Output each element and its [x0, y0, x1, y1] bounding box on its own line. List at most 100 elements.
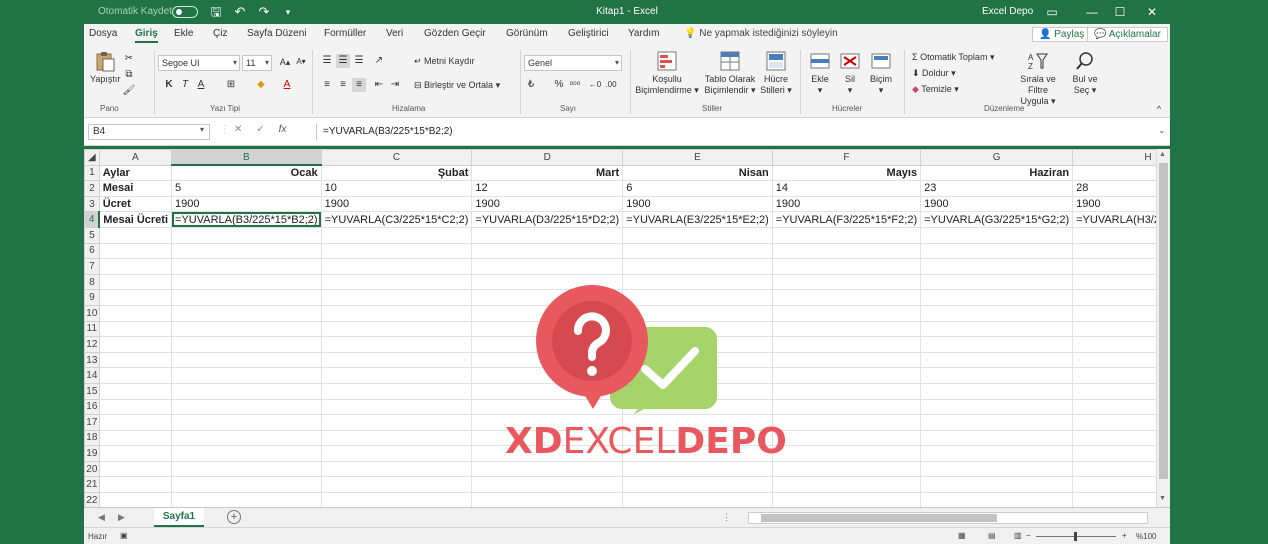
cell[interactable]: 1900 — [771, 195, 922, 213]
comments-button[interactable]: 💬 Açıklamalar — [1087, 27, 1168, 42]
cell[interactable] — [920, 336, 1074, 353]
cell[interactable] — [622, 414, 773, 431]
cell[interactable]: 1900 — [1072, 195, 1156, 213]
cell[interactable] — [771, 258, 922, 275]
column-header[interactable]: C — [320, 149, 473, 166]
collapse-ribbon-icon[interactable]: ^ — [1152, 102, 1166, 116]
cell[interactable]: Mesai Ücreti — [98, 211, 173, 228]
zoom-slider[interactable] — [1036, 532, 1116, 541]
normal-view-icon[interactable]: ▦ — [958, 531, 966, 540]
cell[interactable] — [320, 460, 473, 478]
paste-button[interactable]: Yapıştır — [90, 50, 120, 85]
row-header[interactable]: 3 — [84, 195, 100, 213]
cell[interactable] — [320, 445, 473, 462]
column-header[interactable]: A — [98, 149, 173, 166]
scroll-down-icon[interactable]: ▼ — [1159, 495, 1166, 502]
fill-color-icon[interactable]: ◆ — [254, 78, 268, 92]
zoom-in-icon[interactable]: + — [1122, 531, 1127, 540]
delete-cells-button[interactable]: Sil ▾ — [836, 50, 864, 96]
cell[interactable] — [471, 336, 624, 353]
cell[interactable] — [622, 320, 773, 338]
cell[interactable] — [320, 414, 473, 431]
increase-indent-icon[interactable]: ⇥ — [388, 78, 402, 92]
cell[interactable] — [622, 492, 773, 507]
align-center-icon[interactable]: ≡ — [336, 78, 350, 92]
cell[interactable]: 1900 — [171, 195, 322, 213]
cell[interactable] — [320, 242, 473, 260]
column-header[interactable]: B — [171, 149, 322, 167]
cancel-icon[interactable]: ✕ — [234, 124, 242, 135]
cell[interactable] — [622, 351, 773, 369]
cell[interactable] — [622, 476, 773, 494]
cell[interactable] — [920, 273, 1074, 291]
cell[interactable]: 5 — [171, 180, 322, 197]
cell[interactable] — [320, 226, 473, 244]
cell[interactable]: Mayıs — [771, 164, 922, 182]
horizontal-scroll-thumb[interactable] — [761, 514, 997, 522]
cell[interactable] — [1072, 242, 1156, 260]
cell[interactable] — [471, 414, 624, 431]
tell-me-search[interactable]: 💡 Ne yapmak istediğinizi söyleyin — [684, 28, 838, 39]
cell[interactable] — [1072, 273, 1156, 291]
font-size-select[interactable]: 11 — [242, 55, 272, 71]
sort-filter-button[interactable]: AZ Sırala ve Filtre Uygula ▾ — [1010, 50, 1066, 107]
cell[interactable] — [171, 476, 322, 494]
cell[interactable]: 12 — [471, 180, 624, 197]
zoom-out-icon[interactable]: − — [1026, 531, 1031, 540]
cell[interactable] — [622, 273, 773, 291]
cell[interactable] — [1072, 429, 1156, 447]
cell[interactable] — [622, 226, 773, 244]
cell[interactable] — [920, 242, 1074, 260]
formula-input[interactable]: =YUVARLA(B3/225*15*B2;2) — [316, 124, 1164, 140]
cell[interactable] — [98, 445, 173, 462]
underline-button[interactable]: A — [194, 78, 208, 92]
cell[interactable] — [622, 304, 773, 322]
cell[interactable] — [1072, 382, 1156, 400]
cell[interactable] — [171, 351, 322, 369]
cell[interactable] — [471, 351, 624, 369]
cell[interactable] — [622, 429, 773, 447]
tab-review[interactable]: Gözden Geçir — [424, 28, 486, 39]
tab-help[interactable]: Yardım — [628, 28, 660, 39]
cell[interactable] — [771, 226, 922, 244]
cell[interactable] — [320, 304, 473, 322]
cell[interactable] — [920, 460, 1074, 478]
cell[interactable] — [771, 429, 922, 447]
cell[interactable] — [622, 445, 773, 462]
cell[interactable] — [1072, 304, 1156, 322]
cell[interactable] — [171, 226, 322, 244]
cell[interactable] — [471, 258, 624, 275]
cell[interactable] — [920, 351, 1074, 369]
insert-function-icon[interactable]: fx — [279, 124, 287, 135]
cell[interactable] — [1072, 460, 1156, 478]
cell[interactable] — [1072, 476, 1156, 494]
cell[interactable] — [920, 429, 1074, 447]
cell[interactable] — [771, 273, 922, 291]
cell[interactable] — [171, 398, 322, 416]
cell[interactable] — [171, 445, 322, 462]
cell[interactable] — [98, 320, 173, 338]
cell[interactable]: Mart — [471, 164, 624, 182]
cell[interactable] — [771, 414, 922, 431]
cell[interactable]: Nisan — [622, 164, 773, 182]
cell[interactable] — [920, 398, 1074, 416]
macro-record-icon[interactable]: ▣ — [120, 531, 128, 540]
cell[interactable] — [171, 460, 322, 478]
cell[interactable] — [920, 492, 1074, 507]
cell[interactable] — [320, 273, 473, 291]
align-right-icon[interactable]: ≡ — [352, 78, 366, 92]
cell[interactable] — [471, 445, 624, 462]
cell[interactable]: =YUVARLA(B3/225*15*B2;2) — [171, 211, 322, 228]
cell[interactable]: 28 — [1072, 180, 1156, 197]
cell-styles-button[interactable]: Hücre Stilleri ▾ — [758, 50, 794, 96]
cell[interactable] — [98, 273, 173, 291]
align-top-icon[interactable]: ☰ — [320, 54, 334, 68]
borders-icon[interactable]: ⊞ — [224, 78, 238, 92]
cell[interactable] — [1072, 492, 1156, 507]
row-header[interactable]: 21 — [84, 476, 100, 494]
row-header[interactable]: 13 — [84, 351, 100, 369]
tab-file[interactable]: Dosya — [89, 28, 117, 39]
row-header[interactable]: 1 — [84, 164, 100, 182]
row-header[interactable]: 14 — [84, 367, 100, 384]
cell[interactable] — [1072, 445, 1156, 462]
